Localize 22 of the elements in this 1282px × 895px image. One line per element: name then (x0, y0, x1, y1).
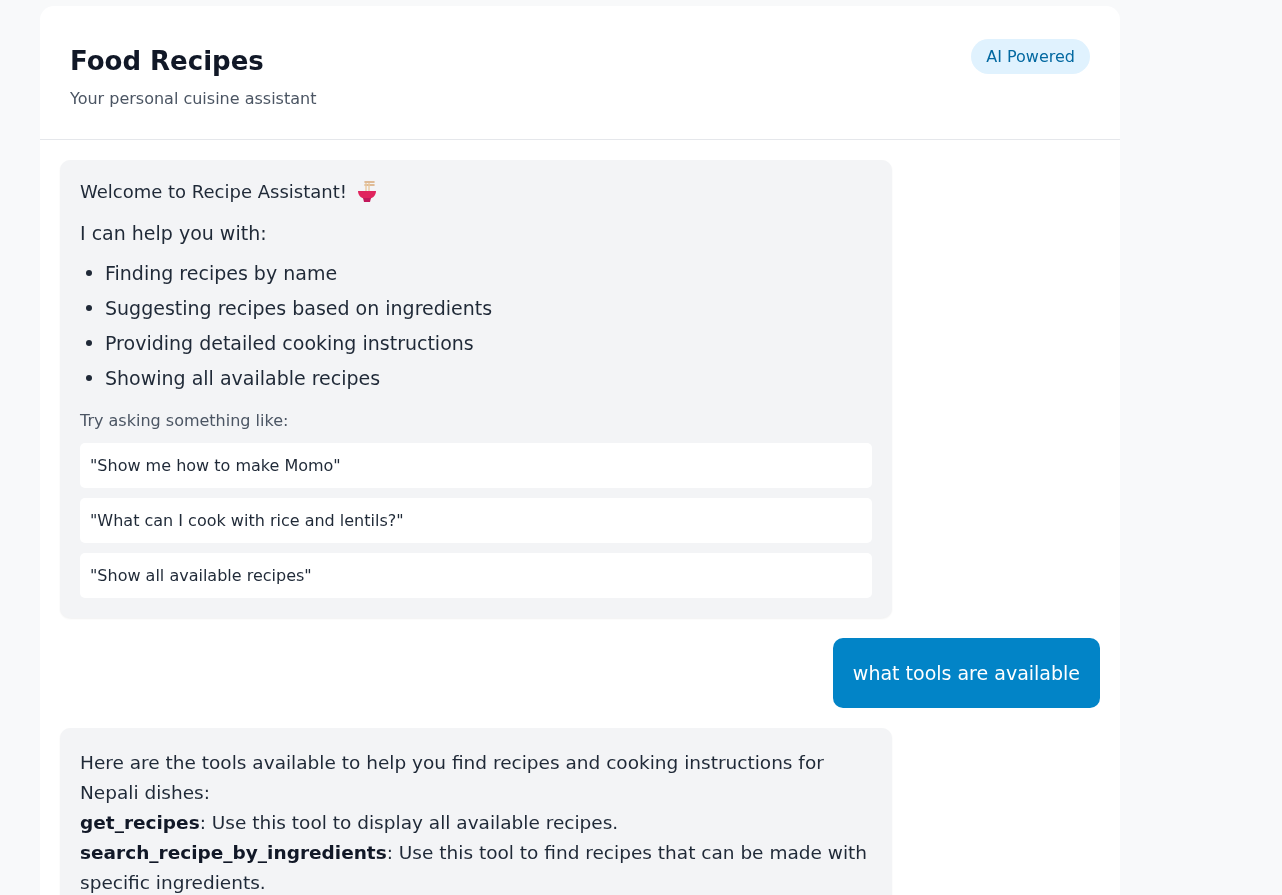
app-title: Food Recipes (70, 45, 265, 78)
user-message: what tools are available (832, 638, 1100, 708)
message-text: get_recipes: Use this tool to display all available recipes. (80, 811, 620, 835)
bullet-icon (86, 340, 92, 346)
list-item: Providing detailed cooking instructions (105, 331, 474, 356)
list-item: Showing all available recipes (105, 366, 381, 391)
intro-text: I can help you with: (80, 221, 268, 246)
bullet-icon (86, 270, 92, 276)
ai-badge: AI Powered (971, 39, 1090, 74)
list-item: Finding recipes by name (105, 261, 338, 286)
prompt-label: Try asking something like: (80, 410, 290, 432)
bullet-icon (86, 375, 92, 381)
suggestion-button[interactable]: "Show me how to make Momo" (80, 443, 872, 488)
suggestion-button[interactable]: "What can I cook with rice and lentils?" (80, 498, 872, 543)
message-text: search_recipe_by_ingredients: Use this tool to find recipes that can be made with specific ingredients. (80, 841, 868, 895)
app-subtitle: Your personal cuisine assistant (70, 88, 317, 110)
welcome-title: Welcome to Recipe Assistant! (80, 180, 347, 204)
message-text: Here are the tools available to help you find recipes and cooking instructions for Nepali dishes: (80, 751, 825, 805)
list-item: Suggesting recipes based on ingredients (105, 296, 493, 321)
bullet-icon (86, 305, 92, 311)
suggestion-button[interactable]: "Show all available recipes" (80, 553, 872, 598)
noodle-bowl-icon (356, 181, 377, 203)
